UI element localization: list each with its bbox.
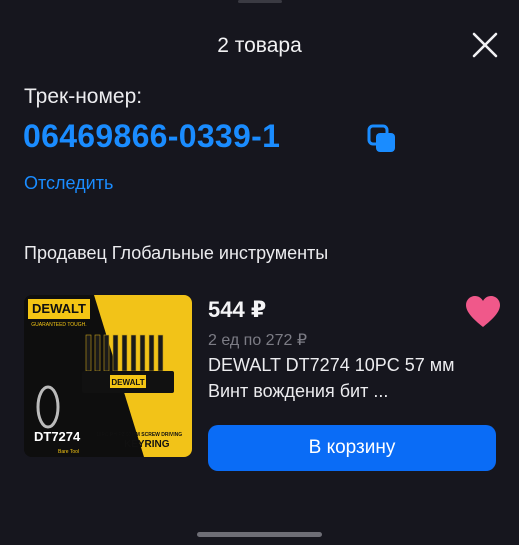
sheet-grabber[interactable] <box>238 0 282 3</box>
add-to-cart-button[interactable]: В корзину <box>208 425 496 471</box>
image-caption-text: 10PC PH PZ 57MM SCREW DRIVING <box>96 432 182 438</box>
track-shipment-link[interactable]: Отследить <box>24 173 113 194</box>
unit-price: 2 ед по 272 ₽ <box>208 332 307 349</box>
svg-text:DEWALT: DEWALT <box>111 378 144 387</box>
favorite-heart-icon[interactable] <box>465 295 501 329</box>
product-price: 544 ₽ <box>208 297 267 322</box>
image-tagline-text: GUARANTEED TOUGH. <box>31 322 86 328</box>
tracking-label: Трек-номер: <box>24 85 143 108</box>
product-image[interactable]: DEWALT GUARANTEED TOUGH. DEWALT DT7274 1… <box>24 295 192 457</box>
product-name[interactable]: DEWALT DT7274 10PC 57 мм Винт вождения б… <box>208 352 478 404</box>
image-model-text: DT7274 <box>34 429 81 444</box>
sheet-title: 2 товара <box>217 34 302 57</box>
seller-name: Продавец Глобальные инструменты <box>24 243 329 263</box>
tracking-number: 06469866-0339-1 <box>23 118 281 154</box>
home-indicator <box>197 532 322 537</box>
image-tag-text: Bare Tool <box>58 449 79 455</box>
image-keyring-text: KEYRING <box>124 439 170 450</box>
close-icon[interactable] <box>470 30 500 60</box>
copy-icon[interactable] <box>366 123 398 155</box>
image-brand-text: DEWALT <box>32 301 86 316</box>
